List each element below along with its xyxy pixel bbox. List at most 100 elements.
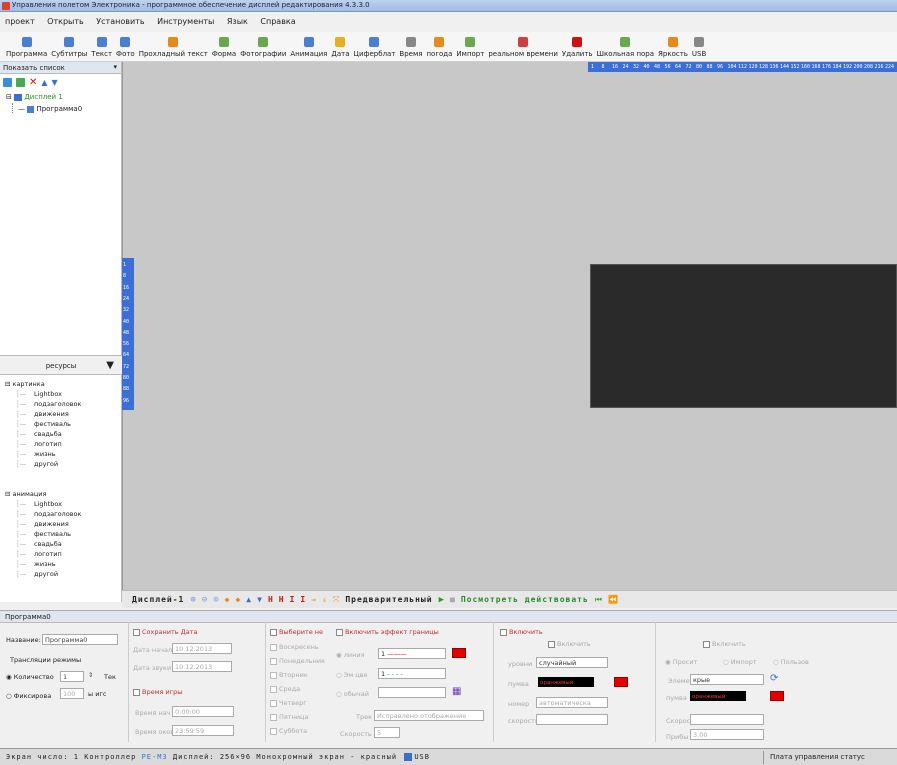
add-program-icon[interactable] [16, 77, 25, 87]
toolbar-button-14[interactable]: Удалить [562, 37, 593, 61]
refresh-icon[interactable]: ⟳ [770, 673, 778, 684]
align-left-icon[interactable]: ◆ [225, 595, 230, 604]
quantity-input[interactable]: 1 [60, 671, 84, 682]
color-swatch[interactable] [614, 677, 628, 687]
prev-icon[interactable]: ⏪ [608, 595, 618, 604]
level-select[interactable]: случайный [536, 657, 608, 668]
zoom-in-icon[interactable]: ⊕ [190, 595, 195, 605]
play-icon[interactable]: ▶ [439, 595, 444, 605]
stop-icon[interactable]: ■ [450, 595, 455, 604]
chevron-down-icon[interactable]: ▼ [106, 360, 114, 371]
time-start-input[interactable]: 0:00:00 [172, 706, 234, 717]
arrow-right-icon[interactable]: ⇒ [311, 595, 316, 604]
resource-item[interactable]: ┆— фестиваль [0, 529, 122, 539]
enable-checkbox[interactable]: Включить [500, 628, 543, 636]
save-date-checkbox[interactable]: Сохранить Дата [133, 628, 197, 636]
toolbar-button-5[interactable]: Форма [212, 37, 236, 61]
resource-item[interactable]: ┆— Lightbox [0, 499, 122, 509]
pin-icon[interactable]: ▾ [113, 63, 117, 71]
resource-item[interactable]: ┆— движения [0, 409, 122, 419]
resource-item[interactable]: ┆— подзаголовок [0, 399, 122, 409]
expand-icon[interactable]: ⤧ [333, 595, 339, 605]
toolbar-button-11[interactable]: погода [426, 37, 452, 61]
resource-item[interactable]: ┆— Lightbox [0, 389, 122, 399]
period-input[interactable]: 3.00 [690, 729, 764, 740]
resource-category[interactable]: ⊟ анимация [0, 489, 122, 499]
resource-item[interactable]: ┆— свадьба [0, 429, 122, 439]
resource-category[interactable]: ⊟ картинка [0, 379, 122, 389]
speed2-select[interactable] [536, 714, 608, 725]
sub-enable-checkbox[interactable]: Включить [548, 640, 591, 648]
toolbar-button-15[interactable]: Школьная пора [597, 37, 654, 61]
date-end-input[interactable]: 10.12.2013 [172, 661, 232, 672]
resource-item[interactable]: ┆— подзаголовок [0, 509, 122, 519]
weekday-checkbox-5[interactable]: Пятница [270, 713, 308, 721]
radio-custom[interactable]: ○ Пользов [773, 658, 809, 666]
menu-help[interactable]: Справка [255, 14, 300, 29]
toolbar-button-1[interactable]: Субтитры [51, 37, 87, 61]
arrow-down-icon[interactable]: ⇓ [322, 595, 327, 604]
toolbar-button-4[interactable]: Прохладный текст [139, 37, 208, 61]
resource-item[interactable]: ┆— другой [0, 459, 122, 469]
name-input[interactable]: Программа0 [42, 634, 118, 645]
weekday-checkbox-1[interactable]: Понедельник [270, 657, 325, 665]
size-h2-icon[interactable]: H [279, 595, 284, 604]
palette-icon[interactable]: ▦ [452, 686, 461, 697]
border-line-select[interactable]: 1 ——— [378, 648, 446, 659]
toolbar-button-16[interactable]: Яркость [658, 37, 688, 61]
border-color-swatch[interactable] [452, 648, 466, 658]
quantity-stepper[interactable]: ⇕ [88, 671, 93, 679]
menu-project[interactable]: проект [0, 14, 40, 29]
border-custom-radio[interactable]: ○ обычай [336, 690, 369, 698]
first-icon[interactable]: ⏮ [595, 595, 602, 605]
toolbar-button-10[interactable]: Время [399, 37, 422, 61]
view-action-label[interactable]: Посмотреть действовать [461, 595, 589, 604]
menu-open[interactable]: Открыть [42, 14, 89, 29]
radio-ask[interactable]: ◉ Просит [665, 658, 697, 666]
move-down-icon[interactable]: ▼ [52, 78, 58, 87]
border-dash-select[interactable]: 1 - - - - [378, 668, 446, 679]
move-up-icon[interactable]: ▲ [41, 78, 47, 87]
weekday-checkbox-0[interactable]: Воскресень [270, 643, 319, 651]
menu-tools[interactable]: Инструменты [152, 14, 219, 29]
align-bottom-icon[interactable]: ▼ [257, 595, 262, 604]
weekday-checkbox[interactable]: Выберите не [270, 628, 323, 636]
weekday-checkbox-3[interactable]: Среда [270, 685, 300, 693]
weekday-checkbox-6[interactable]: Суббота [270, 727, 307, 735]
toolbar-button-13[interactable]: реальном времени [488, 37, 558, 61]
number-select[interactable]: автоматическа [536, 697, 608, 708]
toolbar-button-8[interactable]: Дата [331, 37, 350, 61]
size-h-icon[interactable]: H [268, 595, 273, 604]
play-time-checkbox[interactable]: Время игры [133, 688, 182, 696]
menu-language[interactable]: Язык [222, 14, 253, 29]
size-i2-icon[interactable]: I [300, 595, 305, 604]
resource-item[interactable]: ┆— логотип [0, 439, 122, 449]
resource-item[interactable]: ┆— жизнь [0, 449, 122, 459]
fixed-input[interactable]: 100 [60, 688, 84, 699]
zoom-out-icon[interactable]: ⊖ [202, 595, 207, 605]
tree-node-display[interactable]: ⊟ Дисплей 1 [6, 92, 63, 103]
toolbar-button-12[interactable]: Импорт [456, 37, 484, 61]
align-right-icon[interactable]: ◆ [235, 595, 240, 604]
fixed-radio[interactable]: ○ Фиксирова [6, 692, 51, 700]
enable2-checkbox[interactable]: Включить [703, 640, 746, 648]
time-end-input[interactable]: 23:59:59 [172, 725, 234, 736]
delete-icon[interactable]: ✕ [29, 77, 37, 88]
toolbar-button-2[interactable]: Текст [91, 37, 112, 61]
led-display-area[interactable] [590, 264, 897, 408]
resource-item[interactable]: ┆— фестиваль [0, 419, 122, 429]
add-display-icon[interactable] [3, 77, 12, 87]
weekday-checkbox-2[interactable]: Вторник [270, 671, 308, 679]
speed3-select[interactable] [690, 714, 764, 725]
track-select[interactable]: Исправлено отображение [374, 710, 484, 721]
speed-input[interactable]: 5 [374, 727, 400, 738]
tree-node-program[interactable]: — Программа0 [18, 104, 82, 115]
align-top-icon[interactable]: ▲ [246, 595, 251, 604]
border-color-radio[interactable]: ○ Эм цве [336, 671, 368, 679]
color2-select[interactable]: оранжевый [690, 691, 746, 701]
zoom-fit-icon[interactable]: ⊙ [213, 595, 218, 605]
border-effect-checkbox[interactable]: Включить эффект границы [336, 628, 439, 636]
menu-settings[interactable]: Установить [91, 14, 149, 29]
border-line-radio[interactable]: ◉ линия [336, 651, 365, 659]
toolbar-button-17[interactable]: USB [692, 37, 706, 61]
